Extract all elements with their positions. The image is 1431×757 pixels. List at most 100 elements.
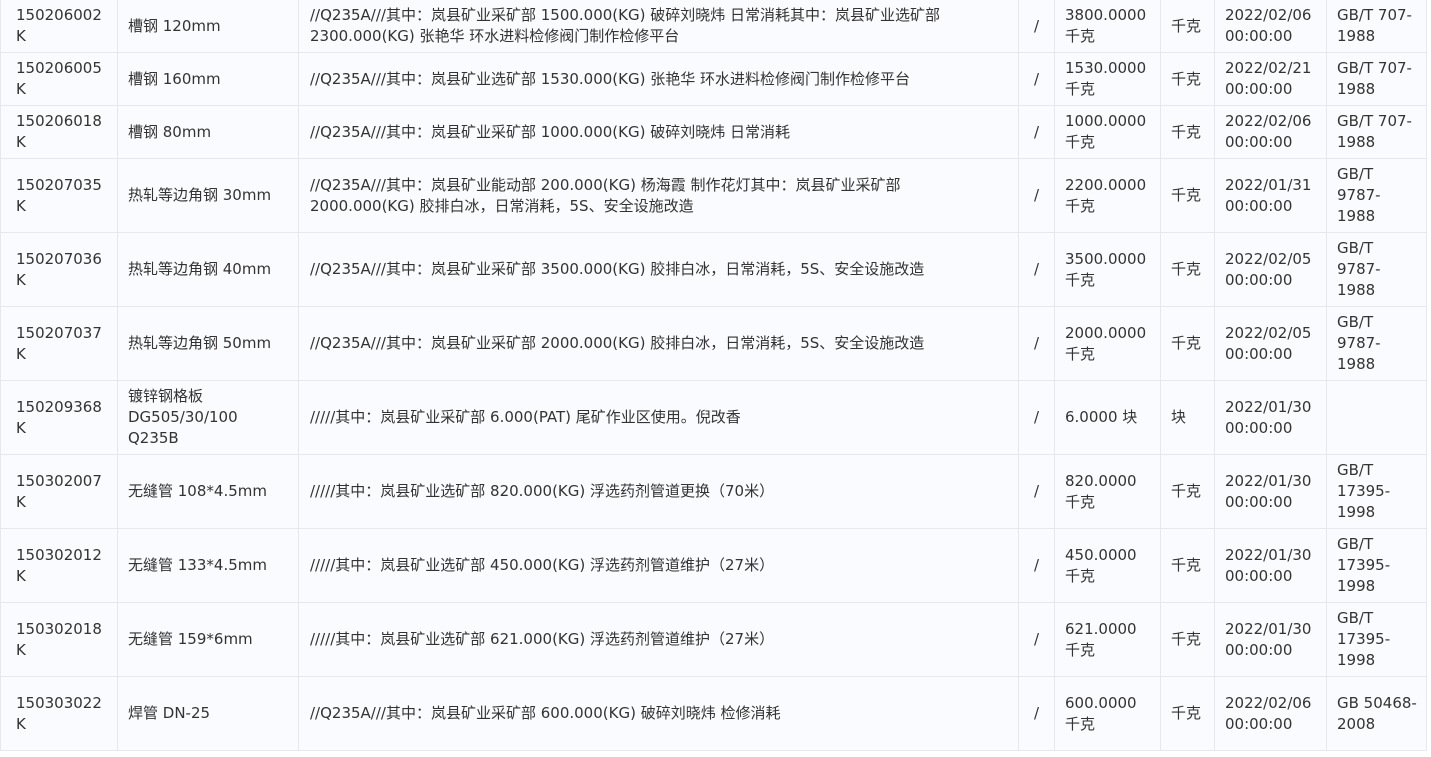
separator-cell: / — [1018, 0, 1055, 53]
material-description: //Q235A///其中：岚县矿业采矿部 1000.000(KG) 破碎刘晓炜 … — [298, 105, 1019, 159]
material-name: 槽钢 160mm — [117, 52, 299, 106]
quantity-cell: 3800.0000 千克 — [1054, 0, 1161, 53]
material-name: 无缝管 133*4.5mm — [117, 528, 299, 603]
standard-cell — [1326, 380, 1427, 455]
standard-cell: GB/T 17395-1998 — [1326, 602, 1427, 677]
unit-cell: 千克 — [1160, 528, 1215, 603]
unit-cell: 千克 — [1160, 52, 1215, 106]
table-row[interactable]: 150207036K 热轧等边角钢 40mm //Q235A///其中：岚县矿业… — [0, 232, 1427, 307]
table-row[interactable]: 150302007K 无缝管 108*4.5mm /////其中：岚县矿业选矿部… — [0, 454, 1427, 529]
quantity-cell: 600.0000 千克 — [1054, 676, 1161, 751]
separator-cell: / — [1018, 232, 1055, 307]
material-name: 焊管 DN-25 — [117, 676, 299, 751]
material-description: //Q235A///其中：岚县矿业采矿部 1500.000(KG) 破碎刘晓炜 … — [298, 0, 1019, 53]
separator-cell: / — [1018, 52, 1055, 106]
material-description: //Q235A///其中：岚县矿业采矿部 600.000(KG) 破碎刘晓炜 检… — [298, 676, 1019, 751]
material-code: 150302012K — [0, 528, 118, 603]
unit-cell: 千克 — [1160, 0, 1215, 53]
standard-cell: GB/T 707-1988 — [1326, 0, 1427, 53]
table-row[interactable]: 150206018K 槽钢 80mm //Q235A///其中：岚县矿业采矿部 … — [0, 105, 1427, 159]
standard-cell: GB/T 707-1988 — [1326, 105, 1427, 159]
table-row[interactable]: 150302018K 无缝管 159*6mm /////其中：岚县矿业选矿部 6… — [0, 602, 1427, 677]
material-table: 150206002K 槽钢 120mm //Q235A///其中：岚县矿业采矿部… — [0, 0, 1427, 751]
standard-cell: GB/T 17395-1998 — [1326, 528, 1427, 603]
date-cell: 2022/02/06 00:00:00 — [1214, 0, 1327, 53]
date-cell: 2022/02/06 00:00:00 — [1214, 676, 1327, 751]
material-code: 150206018K — [0, 105, 118, 159]
date-cell: 2022/02/05 00:00:00 — [1214, 306, 1327, 381]
standard-cell: GB/T 9787-1988 — [1326, 158, 1427, 233]
material-name: 镀锌钢格板 DG505/30/100 Q235B — [117, 380, 299, 455]
table-row[interactable]: 150207035K 热轧等边角钢 30mm //Q235A///其中：岚县矿业… — [0, 158, 1427, 233]
material-code: 150207035K — [0, 158, 118, 233]
material-name: 无缝管 108*4.5mm — [117, 454, 299, 529]
material-description: /////其中：岚县矿业选矿部 621.000(KG) 浮选药剂管道维护（27米… — [298, 602, 1019, 677]
date-cell: 2022/01/30 00:00:00 — [1214, 602, 1327, 677]
table-row[interactable]: 150303022K 焊管 DN-25 //Q235A///其中：岚县矿业采矿部… — [0, 676, 1427, 751]
table-row[interactable]: 150207037K 热轧等边角钢 50mm //Q235A///其中：岚县矿业… — [0, 306, 1427, 381]
date-cell: 2022/01/31 00:00:00 — [1214, 158, 1327, 233]
quantity-cell: 621.0000 千克 — [1054, 602, 1161, 677]
material-description: //Q235A///其中：岚县矿业能动部 200.000(KG) 杨海霞 制作花… — [298, 158, 1019, 233]
material-code: 150206002K — [0, 0, 118, 53]
quantity-cell: 2000.0000 千克 — [1054, 306, 1161, 381]
quantity-cell: 1000.0000 千克 — [1054, 105, 1161, 159]
material-code: 150303022K — [0, 676, 118, 751]
standard-cell: GB/T 707-1988 — [1326, 52, 1427, 106]
unit-cell: 千克 — [1160, 602, 1215, 677]
separator-cell: / — [1018, 676, 1055, 751]
separator-cell: / — [1018, 105, 1055, 159]
date-cell: 2022/01/30 00:00:00 — [1214, 528, 1327, 603]
table-row[interactable]: 150206005K 槽钢 160mm //Q235A///其中：岚县矿业选矿部… — [0, 52, 1427, 106]
material-code: 150209368K — [0, 380, 118, 455]
unit-cell: 千克 — [1160, 105, 1215, 159]
unit-cell: 千克 — [1160, 158, 1215, 233]
date-cell: 2022/01/30 00:00:00 — [1214, 380, 1327, 455]
standard-cell: GB 50468-2008 — [1326, 676, 1427, 751]
table-row[interactable]: 150209368K 镀锌钢格板 DG505/30/100 Q235B ////… — [0, 380, 1427, 455]
date-cell: 2022/02/06 00:00:00 — [1214, 105, 1327, 159]
standard-cell: GB/T 17395-1998 — [1326, 454, 1427, 529]
material-description: /////其中：岚县矿业选矿部 820.000(KG) 浮选药剂管道更换（70米… — [298, 454, 1019, 529]
separator-cell: / — [1018, 528, 1055, 603]
material-code: 150207036K — [0, 232, 118, 307]
quantity-cell: 2200.0000 千克 — [1054, 158, 1161, 233]
date-cell: 2022/02/21 00:00:00 — [1214, 52, 1327, 106]
material-description: /////其中：岚县矿业选矿部 450.000(KG) 浮选药剂管道维护（27米… — [298, 528, 1019, 603]
material-code: 150207037K — [0, 306, 118, 381]
table-row[interactable]: 150206002K 槽钢 120mm //Q235A///其中：岚县矿业采矿部… — [0, 0, 1427, 53]
unit-cell: 千克 — [1160, 306, 1215, 381]
date-cell: 2022/01/30 00:00:00 — [1214, 454, 1327, 529]
unit-cell: 千克 — [1160, 454, 1215, 529]
material-code: 150302007K — [0, 454, 118, 529]
quantity-cell: 1530.0000 千克 — [1054, 52, 1161, 106]
separator-cell: / — [1018, 306, 1055, 381]
material-description: //Q235A///其中：岚县矿业采矿部 3500.000(KG) 胶排白冰，日… — [298, 232, 1019, 307]
material-name: 无缝管 159*6mm — [117, 602, 299, 677]
material-code: 150302018K — [0, 602, 118, 677]
material-name: 热轧等边角钢 50mm — [117, 306, 299, 381]
separator-cell: / — [1018, 602, 1055, 677]
material-description: /////其中：岚县矿业采矿部 6.000(PAT) 尾矿作业区使用。倪改香 — [298, 380, 1019, 455]
material-name: 槽钢 80mm — [117, 105, 299, 159]
material-name: 热轧等边角钢 40mm — [117, 232, 299, 307]
material-name: 槽钢 120mm — [117, 0, 299, 53]
material-name: 热轧等边角钢 30mm — [117, 158, 299, 233]
separator-cell: / — [1018, 158, 1055, 233]
date-cell: 2022/02/05 00:00:00 — [1214, 232, 1327, 307]
quantity-cell: 6.0000 块 — [1054, 380, 1161, 455]
separator-cell: / — [1018, 380, 1055, 455]
table-row[interactable]: 150302012K 无缝管 133*4.5mm /////其中：岚县矿业选矿部… — [0, 528, 1427, 603]
separator-cell: / — [1018, 454, 1055, 529]
material-description: //Q235A///其中：岚县矿业选矿部 1530.000(KG) 张艳华 环水… — [298, 52, 1019, 106]
standard-cell: GB/T 9787-1988 — [1326, 232, 1427, 307]
table-body: 150206002K 槽钢 120mm //Q235A///其中：岚县矿业采矿部… — [0, 0, 1427, 751]
quantity-cell: 450.0000 千克 — [1054, 528, 1161, 603]
unit-cell: 千克 — [1160, 232, 1215, 307]
standard-cell: GB/T 9787-1988 — [1326, 306, 1427, 381]
unit-cell: 块 — [1160, 380, 1215, 455]
quantity-cell: 820.0000 千克 — [1054, 454, 1161, 529]
material-code: 150206005K — [0, 52, 118, 106]
material-description: //Q235A///其中：岚县矿业采矿部 2000.000(KG) 胶排白冰，日… — [298, 306, 1019, 381]
quantity-cell: 3500.0000 千克 — [1054, 232, 1161, 307]
